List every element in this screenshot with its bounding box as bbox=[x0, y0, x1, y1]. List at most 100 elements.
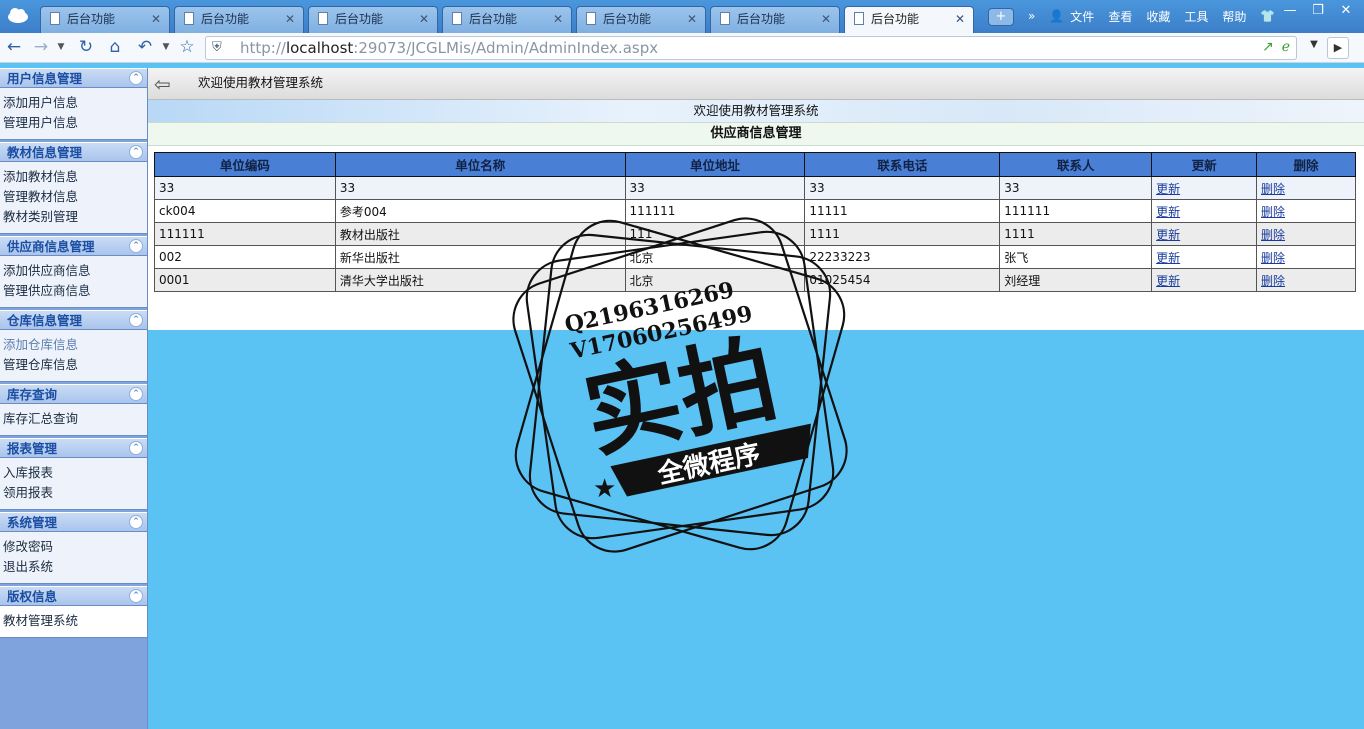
browser-tab[interactable]: 后台功能 ✕ bbox=[442, 6, 572, 33]
menu-item[interactable]: 添加供应商信息 bbox=[3, 261, 147, 281]
menu-item[interactable]: 添加教材信息 bbox=[3, 167, 147, 187]
document-icon bbox=[184, 12, 194, 25]
browser-tab[interactable]: 后台功能 ✕ bbox=[576, 6, 706, 33]
column-header: 删除 bbox=[1256, 152, 1356, 177]
share-icon[interactable]: ↗ bbox=[1262, 39, 1274, 55]
menu-header[interactable]: 仓库信息管理 ⌃ bbox=[0, 310, 147, 330]
refresh-icon[interactable]: ↻ bbox=[75, 36, 97, 58]
collapse-icon[interactable]: ⌃ bbox=[129, 313, 143, 327]
menu-item[interactable]: 领用报表 bbox=[3, 483, 147, 503]
collapse-icon[interactable]: ⌃ bbox=[129, 387, 143, 401]
delete-link[interactable]: 删除 bbox=[1261, 274, 1285, 288]
browser-tab[interactable]: 后台功能 ✕ bbox=[40, 6, 170, 33]
menu-file[interactable]: 文件 bbox=[1070, 8, 1094, 25]
close-icon[interactable]: ✕ bbox=[687, 7, 697, 31]
menu-item[interactable]: 教材类别管理 bbox=[3, 207, 147, 227]
collapse-icon[interactable]: ⌃ bbox=[129, 441, 143, 455]
menu-help[interactable]: 帮助 bbox=[1222, 8, 1246, 25]
update-link[interactable]: 更新 bbox=[1156, 228, 1180, 242]
content-title: 欢迎使用教材管理系统 bbox=[198, 75, 324, 90]
back-arrow-icon[interactable]: ⇦ bbox=[154, 72, 176, 96]
browser-tab-active[interactable]: 后台功能 ✕ bbox=[844, 6, 974, 33]
collapse-icon[interactable]: ⌃ bbox=[129, 71, 143, 85]
address-dropdown-icon[interactable]: ▼ bbox=[1303, 39, 1325, 57]
menu-header[interactable]: 教材信息管理 ⌃ bbox=[0, 142, 147, 162]
table-header-row: 单位编码 单位名称 单位地址 联系电话 联系人 更新 删除 bbox=[154, 152, 1356, 177]
delete-link[interactable]: 删除 bbox=[1261, 251, 1285, 265]
browser-tab[interactable]: 后台功能 ✕ bbox=[174, 6, 304, 33]
menu-item[interactable]: 添加用户信息 bbox=[3, 93, 147, 113]
restore-icon[interactable]: ❐ bbox=[1304, 2, 1332, 22]
update-link[interactable]: 更新 bbox=[1156, 251, 1180, 265]
column-header: 单位地址 bbox=[624, 152, 806, 177]
menu-favorites[interactable]: 收藏 bbox=[1146, 8, 1170, 25]
menu-header[interactable]: 版权信息 ⌃ bbox=[0, 586, 147, 606]
cell-contact: 张飞 bbox=[999, 245, 1153, 269]
document-icon bbox=[50, 12, 60, 25]
update-link[interactable]: 更新 bbox=[1156, 205, 1180, 219]
close-icon[interactable]: ✕ bbox=[821, 7, 831, 31]
menu-header[interactable]: 用户信息管理 ⌃ bbox=[0, 68, 147, 88]
menu-item[interactable]: 管理教材信息 bbox=[3, 187, 147, 207]
collapse-icon[interactable]: ⌃ bbox=[129, 589, 143, 603]
tab-label: 后台功能 bbox=[469, 12, 518, 26]
new-tab-button[interactable]: + bbox=[988, 8, 1014, 26]
delete-link[interactable]: 删除 bbox=[1261, 205, 1285, 219]
document-icon bbox=[318, 12, 328, 25]
cell-contact: 111111 bbox=[999, 199, 1153, 223]
collapse-icon[interactable]: ⌃ bbox=[129, 515, 143, 529]
favorite-star-icon[interactable]: ☆ bbox=[176, 36, 198, 58]
address-bar[interactable]: ⛨ http://localhost:29073/JCGLMis/Admin/A… bbox=[205, 36, 1297, 60]
minimize-icon[interactable]: — bbox=[1276, 2, 1304, 22]
cell-contact: 33 bbox=[999, 176, 1153, 200]
document-icon bbox=[586, 12, 596, 25]
back-icon[interactable]: ← bbox=[3, 36, 25, 58]
menu-item[interactable]: 添加仓库信息 bbox=[3, 335, 147, 355]
update-link[interactable]: 更新 bbox=[1156, 182, 1180, 196]
user-icon[interactable]: 👤 bbox=[1049, 9, 1064, 23]
close-icon[interactable]: ✕ bbox=[553, 7, 563, 31]
skin-icon[interactable]: 👕 bbox=[1260, 9, 1275, 23]
menu-header[interactable]: 供应商信息管理 ⌃ bbox=[0, 236, 147, 256]
menu-tools[interactable]: 工具 bbox=[1184, 8, 1208, 25]
browser-tab[interactable]: 后台功能 ✕ bbox=[710, 6, 840, 33]
collapse-icon[interactable]: ⌃ bbox=[129, 145, 143, 159]
delete-link[interactable]: 删除 bbox=[1261, 228, 1285, 242]
close-icon[interactable]: ✕ bbox=[285, 7, 295, 31]
menu-header[interactable]: 库存查询 ⌃ bbox=[0, 384, 147, 404]
close-icon[interactable]: ✕ bbox=[151, 7, 161, 31]
update-link[interactable]: 更新 bbox=[1156, 274, 1180, 288]
address-bar-actions: ↗ ℯ bbox=[1262, 39, 1290, 55]
compat-mode-icon[interactable]: ℯ bbox=[1282, 39, 1290, 55]
menu-item[interactable]: 管理仓库信息 bbox=[3, 355, 147, 375]
browser-tab[interactable]: 后台功能 ✕ bbox=[308, 6, 438, 33]
menu-header[interactable]: 报表管理 ⌃ bbox=[0, 438, 147, 458]
menu-item[interactable]: 入库报表 bbox=[3, 463, 147, 483]
menu-header[interactable]: 系统管理 ⌃ bbox=[0, 512, 147, 532]
menu-item[interactable]: 管理用户信息 bbox=[3, 113, 147, 133]
menu-item[interactable]: 修改密码 bbox=[3, 537, 147, 557]
column-header: 更新 bbox=[1151, 152, 1258, 177]
window-close-icon[interactable]: ✕ bbox=[1332, 2, 1360, 22]
column-header: 单位名称 bbox=[334, 152, 626, 177]
star-icon: ★ bbox=[785, 422, 808, 452]
menu-group-report: 报表管理 ⌃ 入库报表 领用报表 bbox=[0, 438, 147, 510]
history-dropdown-icon[interactable]: ▼ bbox=[50, 36, 72, 58]
home-icon[interactable]: ⌂ bbox=[104, 36, 126, 58]
delete-link[interactable]: 删除 bbox=[1261, 182, 1285, 196]
close-icon[interactable]: ✕ bbox=[955, 7, 965, 31]
welcome-banner: 欢迎使用教材管理系统 bbox=[148, 100, 1364, 122]
go-button[interactable]: ▶ bbox=[1327, 37, 1349, 59]
forward-icon[interactable]: → bbox=[30, 36, 52, 58]
close-icon[interactable]: ✕ bbox=[419, 7, 429, 31]
menu-view[interactable]: 查看 bbox=[1108, 8, 1132, 25]
tab-label: 后台功能 bbox=[603, 12, 652, 26]
undo-icon[interactable]: ↶ bbox=[134, 36, 156, 58]
menu-item[interactable]: 退出系统 bbox=[3, 557, 147, 577]
watermark-stamp: Q2196316269 V17060256499 实拍 全微程序 ★ ★ bbox=[512, 217, 848, 553]
undo-dropdown-icon[interactable]: ▼ bbox=[155, 36, 177, 58]
menu-item[interactable]: 管理供应商信息 bbox=[3, 281, 147, 301]
collapse-icon[interactable]: ⌃ bbox=[129, 239, 143, 253]
menu-item[interactable]: 库存汇总查询 bbox=[3, 409, 147, 429]
more-tabs-button[interactable]: » bbox=[1028, 9, 1035, 23]
